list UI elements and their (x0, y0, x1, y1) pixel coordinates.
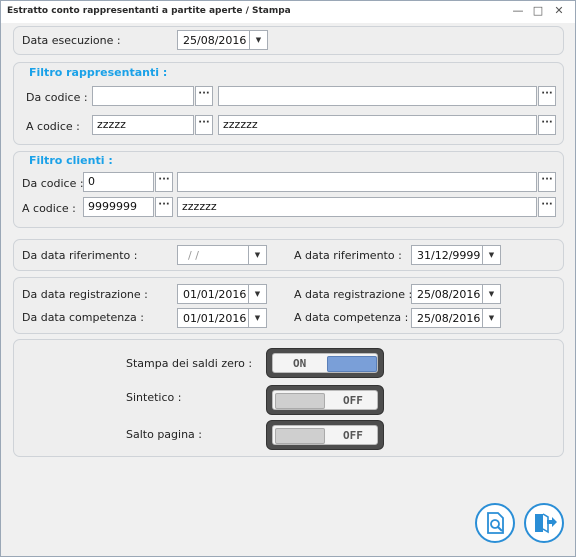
chevron-down-icon[interactable]: ▼ (482, 285, 500, 303)
toggle-knob (327, 356, 377, 372)
rapp-from-desc-input[interactable] (218, 86, 537, 106)
exec-date-picker[interactable]: 25/08/2016 ▼ (177, 30, 268, 50)
comp-from-label: Da data competenza : (22, 311, 144, 324)
exit-button[interactable] (524, 503, 564, 543)
salto-pagina-toggle[interactable]: OFF (266, 420, 384, 450)
chevron-down-icon[interactable]: ▼ (482, 246, 500, 264)
clienti-to-lookup-button[interactable]: ··· (155, 197, 173, 217)
saldi-zero-label: Stampa dei saldi zero : (126, 357, 253, 370)
print-preview-button[interactable] (475, 503, 515, 543)
clienti-to-desc-lookup-button[interactable]: ··· (538, 197, 556, 217)
chevron-down-icon[interactable]: ▼ (248, 285, 266, 303)
rif-from-label: Da data riferimento : (22, 249, 138, 262)
clienti-from-desc-input[interactable] (177, 172, 537, 192)
comp-from-date-value: 01/01/2016 (183, 312, 247, 325)
rappresentanti-filter-title: Filtro rappresentanti : (29, 66, 168, 79)
salto-pagina-label: Salto pagina : (126, 428, 202, 441)
sintetico-toggle-state: OFF (343, 394, 363, 407)
exec-date-label: Data esecuzione : (22, 34, 121, 47)
clienti-filter-group: Filtro clienti : Da codice : 0 ··· ··· A… (13, 151, 564, 228)
saldi-zero-toggle-track: ON (272, 353, 378, 373)
rif-to-date-picker[interactable]: 31/12/9999 ▼ (411, 245, 501, 265)
registrazione-competenza-group: Da data registrazione : 01/01/2016 ▼ A d… (13, 277, 564, 334)
main-window: Estratto conto rappresentanti a partite … (0, 0, 576, 557)
maximize-button[interactable]: □ (529, 4, 547, 18)
rapp-from-lookup-button[interactable]: ··· (195, 86, 213, 106)
salto-pagina-toggle-track: OFF (272, 425, 378, 445)
minimize-button[interactable]: — (509, 4, 527, 18)
title-bar: Estratto conto rappresentanti a partite … (1, 1, 575, 23)
saldi-zero-toggle-state: ON (293, 357, 307, 370)
clienti-to-label: A codice : (22, 202, 76, 215)
rif-to-date-value: 31/12/9999 (417, 249, 481, 262)
clienti-from-label: Da codice : (22, 177, 84, 190)
rif-from-date-picker[interactable]: / / ▼ (177, 245, 267, 265)
reg-to-date-picker[interactable]: 25/08/2016 ▼ (411, 284, 501, 304)
reg-to-label: A data registrazione : (294, 288, 413, 301)
rapp-to-lookup-button[interactable]: ··· (195, 115, 213, 135)
clienti-from-lookup-button[interactable]: ··· (155, 172, 173, 192)
toggle-knob (275, 428, 325, 444)
rapp-to-code-input[interactable]: zzzzz (92, 115, 194, 135)
sintetico-toggle[interactable]: OFF (266, 385, 384, 415)
exec-date-group: Data esecuzione : 25/08/2016 ▼ (13, 26, 564, 55)
salto-pagina-toggle-state: OFF (343, 429, 363, 442)
window-title: Estratto conto rappresentanti a partite … (7, 6, 291, 16)
comp-to-date-picker[interactable]: 25/08/2016 ▼ (411, 308, 501, 328)
print-preview-icon (487, 512, 504, 534)
options-group: Stampa dei saldi zero : ON Sintetico : O… (13, 339, 564, 457)
rapp-to-desc-lookup-button[interactable]: ··· (538, 115, 556, 135)
clienti-from-code-input[interactable]: 0 (83, 172, 154, 192)
clienti-to-desc-input[interactable]: zzzzzz (177, 197, 537, 217)
clienti-to-code-input[interactable]: 9999999 (83, 197, 154, 217)
rif-to-label: A data riferimento : (294, 249, 402, 262)
reg-from-date-picker[interactable]: 01/01/2016 ▼ (177, 284, 267, 304)
chevron-down-icon[interactable]: ▼ (248, 246, 266, 264)
riferimento-group: Da data riferimento : / / ▼ A data rifer… (13, 239, 564, 271)
chevron-down-icon[interactable]: ▼ (248, 309, 266, 327)
rapp-from-code-input[interactable] (92, 86, 194, 106)
reg-from-label: Da data registrazione : (22, 288, 148, 301)
rapp-from-desc-lookup-button[interactable]: ··· (538, 86, 556, 106)
saldi-zero-toggle[interactable]: ON (266, 348, 384, 378)
exit-icon (535, 513, 557, 534)
comp-to-label: A data competenza : (294, 311, 409, 324)
rappresentanti-filter-group: Filtro rappresentanti : Da codice : ··· … (13, 62, 564, 145)
rapp-from-label: Da codice : (26, 91, 88, 104)
toggle-knob (275, 393, 325, 409)
close-button[interactable]: ✕ (550, 4, 568, 18)
comp-to-date-value: 25/08/2016 (417, 312, 481, 325)
reg-to-date-value: 25/08/2016 (417, 288, 481, 301)
clienti-filter-title: Filtro clienti : (29, 154, 113, 167)
rapp-to-desc-input[interactable]: zzzzzz (218, 115, 537, 135)
chevron-down-icon[interactable]: ▼ (482, 309, 500, 327)
exec-date-value: 25/08/2016 (183, 34, 247, 47)
comp-from-date-picker[interactable]: 01/01/2016 ▼ (177, 308, 267, 328)
chevron-down-icon[interactable]: ▼ (249, 31, 267, 49)
sintetico-toggle-track: OFF (272, 390, 378, 410)
rif-from-date-value: / / (188, 249, 199, 262)
reg-from-date-value: 01/01/2016 (183, 288, 247, 301)
sintetico-label: Sintetico : (126, 391, 182, 404)
clienti-from-desc-lookup-button[interactable]: ··· (538, 172, 556, 192)
rapp-to-label: A codice : (26, 120, 80, 133)
